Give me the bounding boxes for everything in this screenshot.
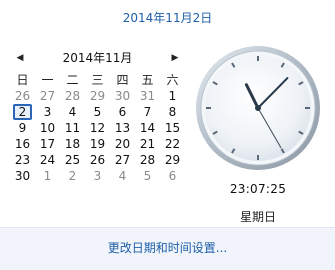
calendar-day[interactable]: 1 xyxy=(35,168,60,184)
calendar-day[interactable]: 3 xyxy=(85,168,110,184)
weekday-header: 五 xyxy=(141,73,154,87)
clock-center xyxy=(255,105,261,111)
calendar-day[interactable]: 1 xyxy=(160,88,185,104)
analog-clock xyxy=(196,46,320,170)
calendar-day[interactable]: 13 xyxy=(110,120,135,136)
weekday-header: 四 xyxy=(116,73,129,87)
month-title[interactable]: 2014年11月 xyxy=(10,49,185,67)
calendar-day[interactable]: 15 xyxy=(160,120,185,136)
calendar-day[interactable]: 4 xyxy=(110,168,135,184)
calendar-day[interactable]: 27 xyxy=(110,152,135,168)
weekday-header: 二 xyxy=(66,73,79,87)
weekday-header: 六 xyxy=(166,73,179,87)
weekday-header: 一 xyxy=(41,73,54,87)
calendar-day[interactable]: 29 xyxy=(85,88,110,104)
calendar-day[interactable]: 3 xyxy=(35,104,60,120)
calendar-day[interactable]: 9 xyxy=(10,120,35,136)
calendar-day[interactable]: 20 xyxy=(110,136,135,152)
flyout-footer: 更改日期和时间设置... xyxy=(0,227,335,270)
calendar-day[interactable]: 7 xyxy=(135,104,160,120)
calendar-day[interactable]: 30 xyxy=(110,88,135,104)
calendar-day[interactable]: 16 xyxy=(10,136,35,152)
calendar-day[interactable]: 31 xyxy=(135,88,160,104)
calendar-day[interactable]: 19 xyxy=(85,136,110,152)
calendar-day[interactable]: 2 xyxy=(60,168,85,184)
calendar-day[interactable]: 10 xyxy=(35,120,60,136)
calendar-day[interactable]: 24 xyxy=(35,152,60,168)
calendar-day[interactable]: 28 xyxy=(60,88,85,104)
calendar-day[interactable]: 30 xyxy=(10,168,35,184)
calendar-day[interactable]: 25 xyxy=(60,152,85,168)
calendar-day[interactable]: 29 xyxy=(160,152,185,168)
calendar-day[interactable]: 17 xyxy=(35,136,60,152)
calendar-day[interactable]: 5 xyxy=(85,104,110,120)
triangle-right-icon[interactable]: ▶ xyxy=(168,49,182,67)
calendar-day[interactable]: 21 xyxy=(135,136,160,152)
time-readout: 23:07:25 xyxy=(229,182,287,196)
calendar-day[interactable]: 6 xyxy=(160,168,185,184)
calendar-day[interactable]: 8 xyxy=(160,104,185,120)
calendar-grid: 日一二三四五六 26 27 28 29 30 31 1 2 3 4 5 6 7 8 9 10 11 12 13 14 15… xyxy=(10,72,185,184)
calendar-nav: ◀ 2014年11月 ▶ xyxy=(10,48,185,68)
calendar-day[interactable]: 18 xyxy=(60,136,85,152)
calendar-day[interactable]: 22 xyxy=(160,136,185,152)
calendar-day[interactable]: 23 xyxy=(10,152,35,168)
calendar-day[interactable]: 14 xyxy=(135,120,160,136)
calendar-day[interactable]: 6 xyxy=(110,104,135,120)
clock-panel: 23:07:25 星期日 xyxy=(192,44,324,225)
calendar-day[interactable]: 28 xyxy=(135,152,160,168)
calendar-day[interactable]: 5 xyxy=(135,168,160,184)
date-time-flyout: 2014年11月2日 ◀ 2014年11月 ▶ 日一二三四五六 26 27 28 29 3… xyxy=(0,0,335,270)
weekday-header: 日 xyxy=(16,73,29,87)
calendar-day[interactable]: 26 xyxy=(10,88,35,104)
weekday-label: 星期日 xyxy=(239,210,276,224)
calendar-day-today[interactable]: 2 xyxy=(13,104,32,120)
calendar: ◀ 2014年11月 ▶ 日一二三四五六 26 27 28 29 30 31 1 2 3 4 5 6 7 8… xyxy=(10,48,185,184)
current-date-link[interactable]: 2014年11月2日 xyxy=(0,9,335,26)
calendar-day[interactable]: 27 xyxy=(35,88,60,104)
calendar-day[interactable]: 12 xyxy=(85,120,110,136)
calendar-day[interactable]: 11 xyxy=(60,120,85,136)
weekday-header: 三 xyxy=(91,73,104,87)
change-date-time-settings-link[interactable]: 更改日期和时间设置... xyxy=(0,239,335,256)
calendar-day[interactable]: 4 xyxy=(60,104,85,120)
calendar-day[interactable]: 26 xyxy=(85,152,110,168)
